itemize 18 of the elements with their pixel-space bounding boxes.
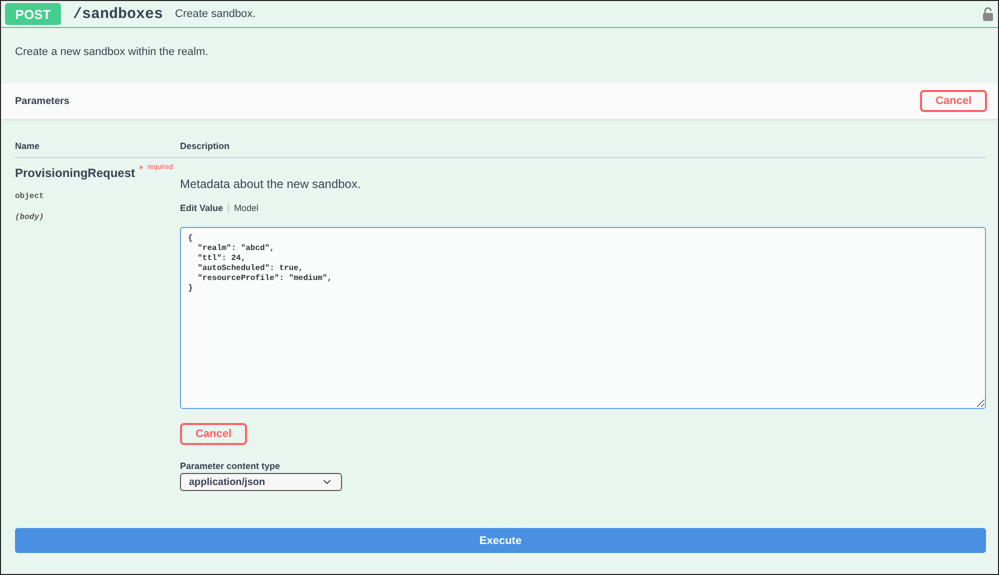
lock-icon[interactable] [982, 7, 994, 21]
parameters-title: Parameters [15, 96, 70, 106]
parameter-name: ProvisioningRequest [15, 166, 136, 180]
column-header: Description [180, 141, 231, 151]
parameter-type: object [15, 192, 44, 201]
required-asterisk: * [139, 164, 144, 176]
endpoint-path: /sandboxes [73, 6, 164, 22]
endpoint-summary: Create sandbox. [175, 8, 257, 20]
content-type-select[interactable]: application/json [180, 473, 342, 491]
endpoint-description: Create a new sandbox within the realm. [15, 46, 208, 58]
parameter-description: Metadata about the new sandbox. [180, 177, 362, 191]
parameter-location: (body) [15, 213, 44, 222]
view-tab[interactable]: Edit Value [180, 203, 228, 213]
json-editor[interactable]: { "realm": "abcd", "ttl": 24, "autoScheduled": true, "resourceProfile": "medium", } [180, 227, 986, 409]
content-type-label: Parameter content type [180, 461, 282, 471]
method-badge: POST [5, 3, 61, 25]
view-tab[interactable]: Model [228, 203, 264, 213]
column-header: Name [15, 141, 41, 151]
